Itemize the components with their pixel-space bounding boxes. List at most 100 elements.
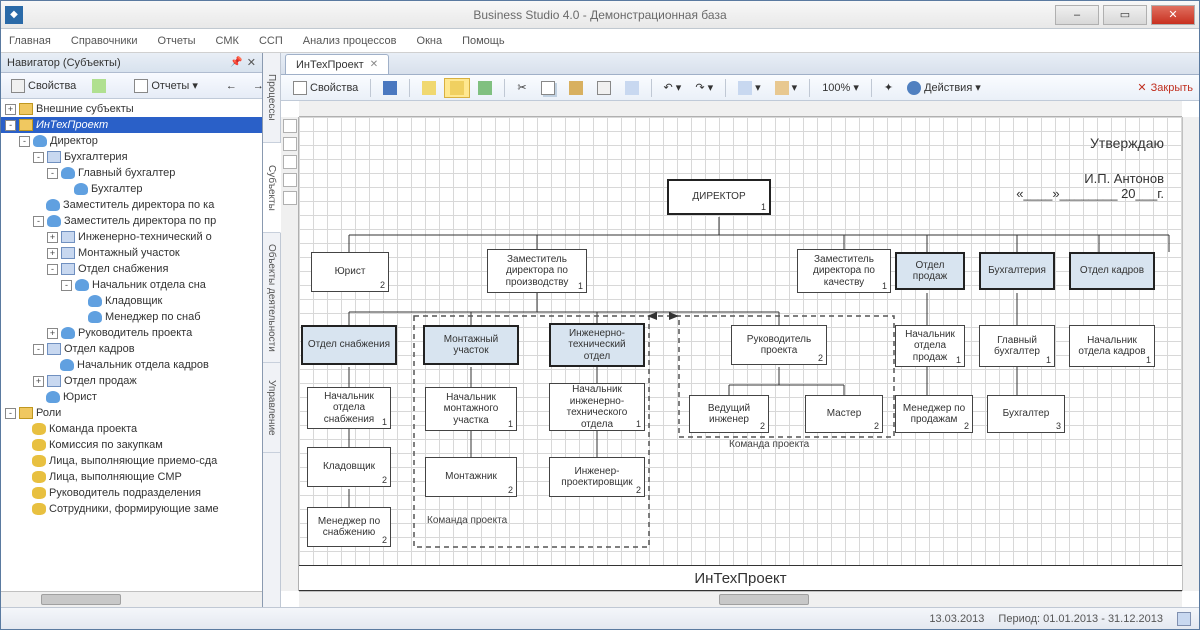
tree-item[interactable]: -Бухгалтерия <box>1 149 262 165</box>
save-button[interactable] <box>377 78 403 98</box>
tool-c-button[interactable]: ▾ <box>732 78 767 98</box>
node-nach-prodazh[interactable]: Начальник отдела продаж1 <box>895 325 965 367</box>
node-ruk-proekta[interactable]: Руководитель проекта2 <box>731 325 827 365</box>
ruler-tool-5[interactable] <box>283 191 297 205</box>
node-otdel-snab[interactable]: Отдел снабжения <box>301 325 397 365</box>
pin-icon[interactable]: 📌 <box>230 57 242 68</box>
tree-item[interactable]: Комиссия по закупкам <box>1 437 262 453</box>
vtab-processes[interactable]: Процессы <box>263 53 280 143</box>
tree-item[interactable]: -Отдел снабжения <box>1 261 262 277</box>
actions-button[interactable]: Действия ▾ <box>901 78 987 98</box>
node-zam-proizv[interactable]: Заместитель директора по производству1 <box>487 249 587 293</box>
status-icon[interactable] <box>1177 612 1191 626</box>
node-ved-ing[interactable]: Ведущий инженер2 <box>689 395 769 433</box>
zoom-combo[interactable]: 100% ▾ <box>816 78 865 97</box>
canvas-hscroll[interactable] <box>299 591 1182 607</box>
menu-main[interactable]: Главная <box>9 35 51 47</box>
tree-item[interactable]: Лица, выполняющие приемо-сда <box>1 453 262 469</box>
minimize-button[interactable]: – <box>1055 5 1099 25</box>
tab-intechproject[interactable]: ИнТехПроект ✕ <box>285 54 389 74</box>
tree-item[interactable]: -ИнТехПроект <box>1 117 262 133</box>
tree-item[interactable]: Заместитель директора по ка <box>1 197 262 213</box>
tree-item[interactable]: -Роли <box>1 405 262 421</box>
expand-icon[interactable]: - <box>61 280 72 291</box>
tree-item[interactable]: Начальник отдела кадров <box>1 357 262 373</box>
paste-button[interactable] <box>563 78 589 98</box>
vtab-objects[interactable]: Объекты деятельности <box>263 233 280 363</box>
expand-icon[interactable]: - <box>19 136 30 147</box>
canvas-vscroll[interactable] <box>1182 117 1199 591</box>
expand-icon[interactable]: - <box>33 344 44 355</box>
tree-item[interactable]: -Начальник отдела сна <box>1 277 262 293</box>
tree-item[interactable]: +Монтажный участок <box>1 245 262 261</box>
ruler-vertical[interactable] <box>281 117 299 591</box>
ruler-tool-4[interactable] <box>283 173 297 187</box>
node-men-snab[interactable]: Менеджер по снабжению2 <box>307 507 391 547</box>
tree-item[interactable]: +Руководитель проекта <box>1 325 262 341</box>
node-montazh[interactable]: Монтажник2 <box>425 457 517 497</box>
expand-icon[interactable]: + <box>47 232 58 243</box>
node-nach-mont[interactable]: Начальник монтажного участка1 <box>425 387 517 431</box>
node-gl-buh[interactable]: Главный бухгалтер1 <box>979 325 1055 367</box>
properties-button[interactable]: Свойства <box>5 76 82 96</box>
node-men-prodazh[interactable]: Менеджер по продажам2 <box>895 395 973 433</box>
tree-item[interactable]: Команда проекта <box>1 421 262 437</box>
tree-item[interactable]: +Внешние субъекты <box>1 101 262 117</box>
expand-icon[interactable]: - <box>47 264 58 275</box>
expand-icon[interactable]: + <box>47 328 58 339</box>
tool-d-button[interactable]: ▾ <box>769 78 804 98</box>
expand-icon[interactable]: - <box>33 152 44 163</box>
menu-analysis[interactable]: Анализ процессов <box>303 35 397 47</box>
expand-icon[interactable]: - <box>47 168 58 179</box>
ruler-tool-2[interactable] <box>283 137 297 151</box>
menu-help[interactable]: Помощь <box>462 35 505 47</box>
tree-item[interactable]: -Заместитель директора по пр <box>1 213 262 229</box>
menu-refs[interactable]: Справочники <box>71 35 138 47</box>
node-buh[interactable]: Бухгалтерия <box>979 252 1055 290</box>
copy-button[interactable] <box>535 78 561 98</box>
expand-icon[interactable]: + <box>33 376 44 387</box>
tree-item[interactable]: Бухгалтер <box>1 181 262 197</box>
node-mont-uch[interactable]: Монтажный участок <box>423 325 519 365</box>
properties-btn[interactable]: Свойства <box>287 78 364 98</box>
refresh-button[interactable] <box>472 78 498 98</box>
panel-close-icon[interactable]: ✕ <box>247 56 256 69</box>
highlight-button[interactable] <box>444 78 470 98</box>
tree-item[interactable]: Юрист <box>1 389 262 405</box>
node-kladov[interactable]: Кладовщик2 <box>307 447 391 487</box>
node-master[interactable]: Мастер2 <box>805 395 883 433</box>
node-nach-snab[interactable]: Начальник отдела снабжения1 <box>307 387 391 429</box>
back-button[interactable]: ← <box>220 77 243 95</box>
menu-windows[interactable]: Окна <box>417 35 443 47</box>
tree-hscroll[interactable] <box>1 591 262 607</box>
node-ito[interactable]: Инженерно-технический отдел <box>549 323 645 367</box>
expand-icon[interactable]: - <box>5 408 16 419</box>
tab-close-icon[interactable]: ✕ <box>370 59 378 70</box>
vtab-management[interactable]: Управление <box>263 363 280 453</box>
reports-button[interactable]: Отчеты ▾ <box>128 76 204 96</box>
node-otdel-prodazh[interactable]: Отдел продаж <box>895 252 965 290</box>
navigator-tree[interactable]: +Внешние субъекты-ИнТехПроект-Директор-Б… <box>1 99 262 591</box>
tree-item[interactable]: +Отдел продаж <box>1 373 262 389</box>
diagram-canvas[interactable]: Утверждаю И.П. Антонов «____»________ 20… <box>299 117 1182 591</box>
close-window-button[interactable]: ✕ <box>1151 5 1195 25</box>
vtab-subjects[interactable]: Субъекты <box>263 143 281 233</box>
tree-item[interactable]: -Отдел кадров <box>1 341 262 357</box>
node-director[interactable]: ДИРЕКТОР1 <box>667 179 771 215</box>
tool-e-button[interactable]: ✦ <box>878 78 899 97</box>
ruler-tool-1[interactable] <box>283 119 297 133</box>
maximize-button[interactable]: ▭ <box>1103 5 1147 25</box>
tree-item[interactable]: Сотрудники, формирующие заме <box>1 501 262 517</box>
expand-icon[interactable]: + <box>47 248 58 259</box>
expand-icon[interactable]: - <box>33 216 44 227</box>
node-zam-kach[interactable]: Заместитель директора по качеству1 <box>797 249 891 293</box>
tree-item[interactable]: Кладовщик <box>1 293 262 309</box>
expand-icon[interactable]: + <box>5 104 16 115</box>
cut-button[interactable]: ✂ <box>511 78 532 97</box>
menu-ssp[interactable]: ССП <box>259 35 283 47</box>
tree-item[interactable]: -Главный бухгалтер <box>1 165 262 181</box>
tree-item[interactable]: Менеджер по снаб <box>1 309 262 325</box>
undo-button[interactable]: ↶ ▾ <box>658 78 688 97</box>
filter-button[interactable] <box>86 76 112 96</box>
node-nach-kadrov[interactable]: Начальник отдела кадров1 <box>1069 325 1155 367</box>
